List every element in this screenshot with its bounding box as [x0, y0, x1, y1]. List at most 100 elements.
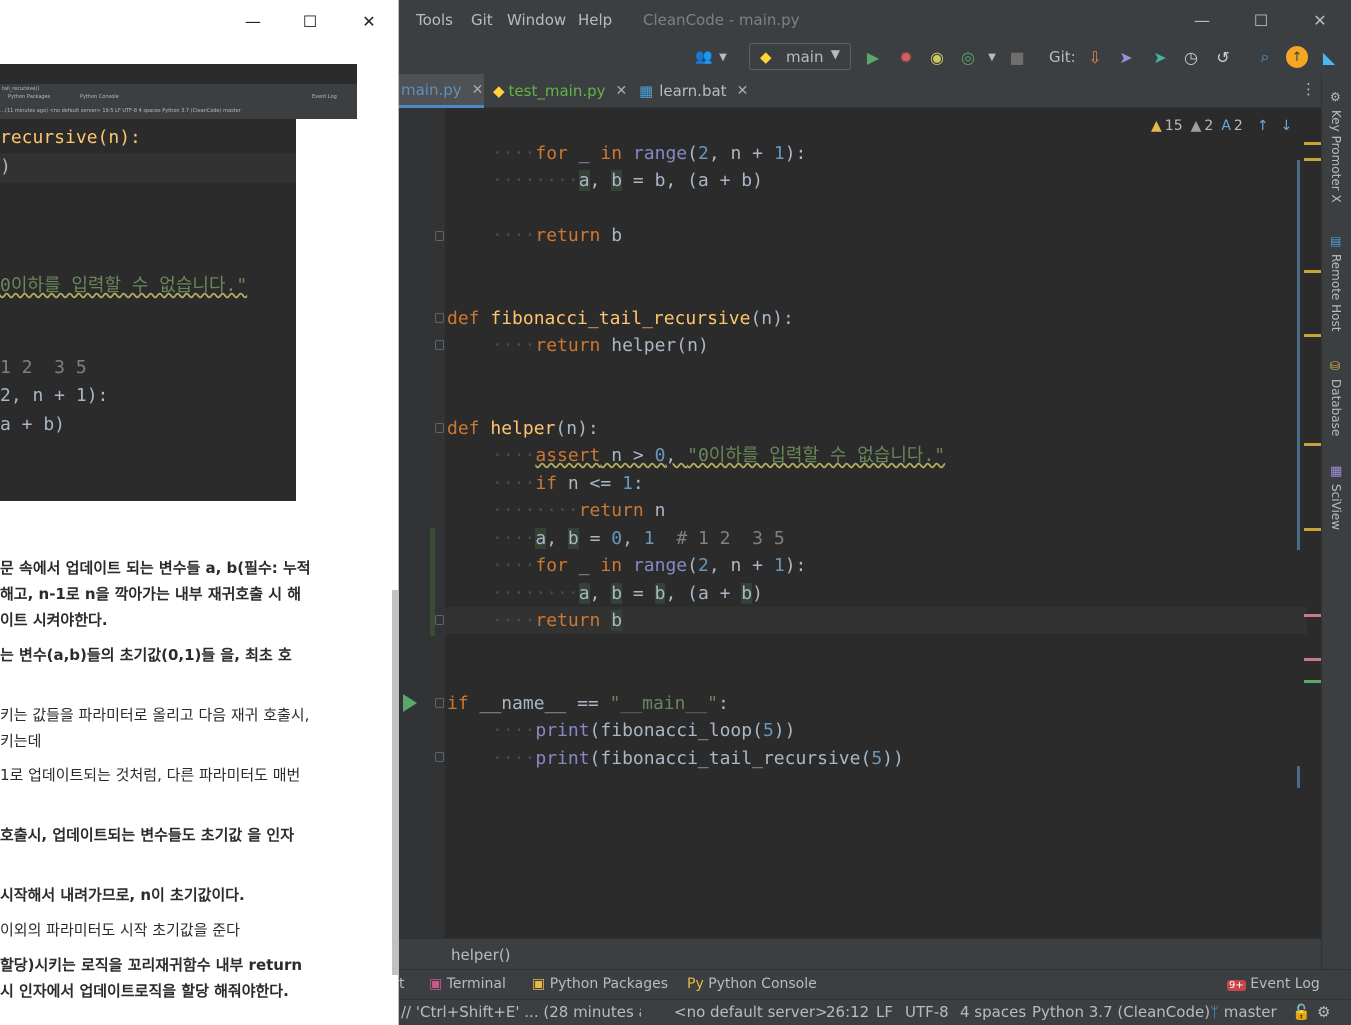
- fold-icon[interactable]: [435, 423, 444, 433]
- run-configuration-select[interactable]: ◆ main ▼: [749, 43, 851, 70]
- fold-icon[interactable]: [435, 313, 444, 323]
- next-problem-icon[interactable]: ↓: [1281, 118, 1293, 134]
- line-separator[interactable]: LF: [876, 1003, 893, 1021]
- warning-mark: [1304, 443, 1321, 446]
- tab-main-py[interactable]: main.py ✕: [399, 74, 484, 108]
- prev-problem-icon[interactable]: ↑: [1257, 118, 1269, 134]
- status-message[interactable]: // 'Ctrl+Shift+E' ... (28 minutes ago): [401, 1003, 641, 1021]
- window-title: CleanCode - main.py: [643, 11, 800, 29]
- main-toolbar: 👥 ▼ ◆ main ▼ ▶ ✹ ◉ ◎ ▼ ■ Git: ⇩ ➤ ➤ ◷ ↺ …: [399, 40, 1351, 74]
- tab-python-console[interactable]: Py Python Console: [687, 976, 817, 992]
- browser-window: — ☐ ✕ tail_recursive() Python Packages P…: [0, 0, 399, 1025]
- minimize-button[interactable]: —: [1187, 8, 1217, 32]
- lock-icon[interactable]: 🔓: [1292, 1003, 1311, 1021]
- rollback-icon[interactable]: ↺: [1212, 46, 1234, 68]
- coverage-icon[interactable]: ◉: [926, 46, 948, 68]
- update-icon[interactable]: ↑: [1286, 46, 1308, 68]
- git-push-icon[interactable]: ➤: [1149, 46, 1171, 68]
- git-commit-icon[interactable]: ➤: [1115, 46, 1137, 68]
- debug-icon[interactable]: ✹: [895, 46, 917, 68]
- close-icon[interactable]: ✕: [472, 82, 484, 98]
- tab-label: test_main.py: [508, 82, 606, 100]
- tab-test-main-py[interactable]: ◆ test_main.py ✕: [493, 74, 633, 108]
- code-line: ····print(fibonacci_tail_recursive(5)): [492, 748, 904, 769]
- windows-file-icon: ▦: [639, 82, 654, 100]
- file-encoding[interactable]: UTF-8: [905, 1003, 949, 1021]
- chevron-down-icon[interactable]: ▼: [712, 46, 734, 68]
- doc-text: 키는 값들을 파라미터로 올리고 다음 재귀 호출시,: [0, 706, 310, 724]
- git-branch[interactable]: ᛘ master: [1210, 1003, 1277, 1021]
- scrollbar[interactable]: [392, 590, 398, 975]
- tab-python-packages[interactable]: ▣ Python Packages: [532, 976, 668, 992]
- fold-icon[interactable]: [435, 340, 444, 350]
- code-line: a + b): [0, 414, 66, 435]
- fold-icon[interactable]: [435, 615, 444, 625]
- close-icon[interactable]: ✕: [616, 83, 628, 99]
- run-icon[interactable]: ▶: [862, 46, 884, 68]
- warning-mark: [1304, 334, 1321, 337]
- right-tool-strip: ⚙ Key Promoter X ▤ Remote Host ⛁ Databas…: [1321, 74, 1351, 969]
- code-line: ····return helper(n): [492, 335, 709, 356]
- menu-tools[interactable]: Tools: [416, 11, 453, 29]
- close-button[interactable]: ✕: [349, 6, 389, 36]
- deployment-server[interactable]: <no default server>: [674, 1003, 828, 1021]
- code-editor[interactable]: ▲ 15 ▲ 2 A 2 ↑ ↓ ····for _ in range(2, n…: [399, 108, 1321, 938]
- caret-position[interactable]: 26:12: [826, 1003, 869, 1021]
- title-bar: — ☐ ✕: [0, 0, 398, 42]
- breadcrumb: helper(): [399, 938, 1321, 969]
- python-interpreter[interactable]: Python 3.7 (CleanCode): [1032, 1003, 1210, 1021]
- sciview-tab[interactable]: SciView: [1329, 484, 1343, 530]
- menu-window[interactable]: Window: [507, 11, 566, 29]
- plugin-icon[interactable]: ◣: [1318, 46, 1340, 68]
- tab-terminal[interactable]: ▣ Terminal: [429, 976, 506, 992]
- code-line: ····assert n > 0, "0이하를 입력할 수 없습니다.": [492, 445, 946, 466]
- error-stripe: [1304, 108, 1321, 938]
- key-promoter-tab[interactable]: Key Promoter X: [1329, 110, 1343, 203]
- history-icon[interactable]: ◷: [1180, 46, 1202, 68]
- status-bar: // 'Ctrl+Shift+E' ... (28 minutes ago) <…: [399, 999, 1351, 1025]
- git-update-icon[interactable]: ⇩: [1084, 46, 1106, 68]
- database-tab[interactable]: Database: [1329, 379, 1343, 436]
- stop-icon[interactable]: ■: [1006, 46, 1028, 68]
- doc-text: 키는데: [0, 732, 42, 750]
- doc-text: 는 변수(a,b)들의 초기값(0,1)들 을, 최초 호: [0, 646, 292, 664]
- doc-text: 호출시, 업데이트되는 변수들도 초기값 을 인자: [0, 826, 295, 844]
- tab-label: learn.bat: [659, 82, 727, 100]
- thumbnail-tool-bar: Python Packages Python Console Event Log: [8, 94, 337, 100]
- close-icon[interactable]: ✕: [737, 83, 749, 99]
- breadcrumb-item[interactable]: helper(): [451, 946, 511, 964]
- more-options-icon[interactable]: ⋮: [1301, 80, 1316, 98]
- change-mark: [1304, 658, 1321, 661]
- minimize-button[interactable]: —: [233, 6, 273, 36]
- partial-tab[interactable]: t: [399, 976, 405, 992]
- screenshot-thumbnail: tail_recursive() Python Packages Python …: [0, 64, 357, 119]
- maximize-button[interactable]: ☐: [290, 6, 330, 36]
- code-line: recursive(n):: [0, 127, 141, 148]
- run-main-icon[interactable]: [403, 694, 417, 712]
- maximize-button[interactable]: ☐: [1246, 8, 1276, 32]
- typo-icon: A: [1221, 118, 1231, 134]
- close-button[interactable]: ✕: [1305, 8, 1335, 32]
- fold-icon[interactable]: [435, 752, 444, 762]
- remote-host-tab[interactable]: Remote Host: [1329, 254, 1343, 331]
- tab-label: main.py: [401, 80, 462, 99]
- typo-count: 2: [1233, 118, 1243, 134]
- ide-window: Tools Git Window Help CleanCode - main.p…: [399, 0, 1351, 1025]
- fold-icon[interactable]: [435, 231, 444, 241]
- inspector-icon[interactable]: ⚙: [1317, 1003, 1330, 1021]
- database-icon: ⛁: [1330, 359, 1341, 373]
- code-line: 1 2 3 5: [0, 357, 87, 378]
- code-line: ····return b: [492, 225, 623, 246]
- menu-git[interactable]: Git: [471, 11, 493, 29]
- fold-icon[interactable]: [435, 698, 444, 708]
- menu-help[interactable]: Help: [578, 11, 612, 29]
- tab-event-log[interactable]: 9+ Event Log: [1227, 976, 1320, 992]
- search-icon[interactable]: ⌕: [1254, 46, 1276, 68]
- scroll-thumb[interactable]: [1297, 160, 1300, 550]
- chevron-down-icon[interactable]: ▼: [981, 46, 1003, 68]
- doc-text: 시작해서 내려가므로, n이 초기값이다.: [0, 886, 245, 904]
- inspection-widget[interactable]: ▲ 15 ▲ 2 A 2 ↑ ↓: [1151, 116, 1292, 136]
- profile-icon[interactable]: ◎: [957, 46, 979, 68]
- indent-setting[interactable]: 4 spaces: [960, 1003, 1026, 1021]
- tab-learn-bat[interactable]: ▦ learn.bat ✕: [639, 74, 749, 108]
